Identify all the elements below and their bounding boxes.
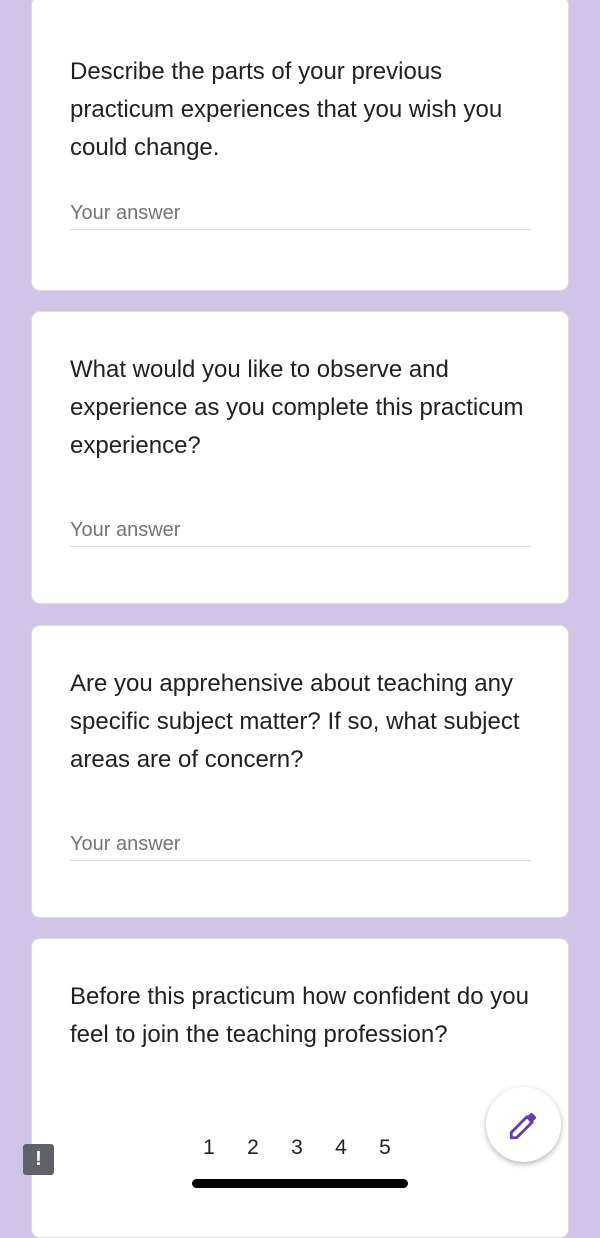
- question-text: What would you like to observe and exper…: [70, 356, 524, 459]
- page-5-link[interactable]: 5: [375, 1136, 395, 1160]
- page-2-link[interactable]: 2: [243, 1136, 263, 1160]
- answer-input-2[interactable]: [70, 514, 531, 547]
- exclamation-icon: !: [35, 1148, 42, 1170]
- question-text: Are you apprehensive about teaching any …: [70, 670, 520, 773]
- question-text: Before this practicum how confident do y…: [70, 983, 529, 1048]
- question-card-2: What would you like to observe and exper…: [31, 311, 569, 604]
- feedback-button[interactable]: !: [23, 1144, 54, 1175]
- edit-fab-button[interactable]: [486, 1087, 561, 1162]
- question-card-1: Describe the parts of your previous prac…: [31, 0, 569, 291]
- page-3-link[interactable]: 3: [287, 1136, 307, 1160]
- page-4-link[interactable]: 4: [331, 1136, 351, 1160]
- question-text: Describe the parts of your previous prac…: [70, 58, 503, 161]
- pagination: 1 2 3 4 5: [199, 1136, 395, 1160]
- question-card-4: Before this practicum how confident do y…: [31, 938, 569, 1238]
- question-card-3: Are you apprehensive about teaching any …: [31, 625, 569, 918]
- answer-input-1[interactable]: [70, 197, 531, 230]
- home-indicator[interactable]: [192, 1179, 408, 1188]
- page-1-link[interactable]: 1: [199, 1136, 219, 1160]
- answer-input-3[interactable]: [70, 828, 531, 861]
- pencil-icon: [509, 1112, 536, 1139]
